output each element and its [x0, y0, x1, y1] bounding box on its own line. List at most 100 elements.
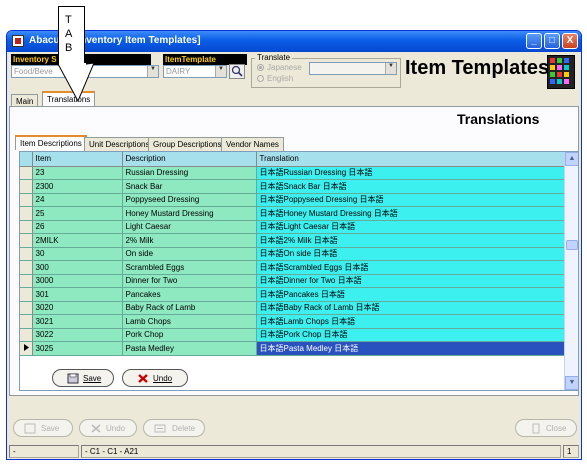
cell-item[interactable]: 23 — [32, 166, 123, 180]
grid-undo-button[interactable]: Undo — [122, 369, 188, 387]
cell-translation[interactable]: 日本語On side 日本語 — [256, 247, 566, 261]
cell-description[interactable]: 2% Milk — [122, 233, 257, 248]
row-selector[interactable] — [20, 233, 33, 248]
cell-translation[interactable]: 日本語Lamb Chops 日本語 — [256, 314, 566, 329]
row-selector[interactable] — [20, 260, 33, 275]
table-row[interactable]: 30 On side 日本語On side 日本語 — [20, 247, 566, 261]
cell-translation[interactable]: 日本語Honey Mustard Dressing 日本語 — [256, 206, 566, 221]
cell-description[interactable]: Light Caesar — [122, 220, 257, 234]
save-button[interactable]: Save — [13, 419, 73, 437]
table-row[interactable]: 3021 Lamb Chops 日本語Lamb Chops 日本語 — [20, 314, 566, 329]
cell-item[interactable]: 300 — [32, 260, 123, 275]
search-button[interactable] — [229, 64, 245, 79]
tab-item-descriptions[interactable]: Item Descriptions — [15, 135, 87, 150]
cell-item[interactable]: 24 — [32, 193, 123, 207]
cell-description[interactable]: Russian Dressing — [122, 166, 257, 180]
cell-translation[interactable]: 日本語Pork Chop 日本語 — [256, 328, 566, 342]
grid-save-button[interactable]: Save — [52, 369, 114, 387]
cell-description[interactable]: On side — [122, 247, 257, 261]
row-selector[interactable] — [20, 328, 33, 342]
minimize-button[interactable]: _ — [526, 33, 542, 49]
table-row[interactable]: 23 Russian Dressing 日本語Russian Dressing 日本… — [20, 166, 566, 180]
row-selector[interactable] — [20, 166, 33, 180]
cell-item[interactable]: 3025 — [32, 341, 123, 356]
scroll-thumb[interactable] — [566, 240, 578, 250]
cell-description[interactable]: Scrambled Eggs — [122, 260, 257, 275]
scroll-up-icon[interactable]: ▲ — [565, 152, 578, 166]
chevron-down-icon[interactable]: ▼ — [215, 66, 226, 77]
cell-description[interactable]: Snack Bar — [122, 179, 257, 194]
table-row[interactable]: 25 Honey Mustard Dressing 日本語Honey Mustard… — [20, 206, 566, 221]
row-selector[interactable] — [20, 274, 33, 288]
cell-item[interactable]: 25 — [32, 206, 123, 221]
table-row[interactable]: 3025 Pasta Medley 日本語Pasta Medley 日本語 — [20, 341, 566, 356]
cell-item[interactable]: 30 — [32, 247, 123, 261]
title-bar[interactable]: Abacus - [Inventory Item Templates] _ □ … — [7, 31, 581, 52]
translations-grid[interactable]: Item Description Translation 23 Russian D… — [19, 151, 579, 391]
cell-item[interactable]: 3020 — [32, 301, 123, 315]
column-header-item[interactable]: Item — [32, 152, 123, 167]
row-selector[interactable] — [20, 287, 33, 302]
row-selector[interactable] — [20, 314, 33, 329]
row-selector[interactable] — [20, 247, 33, 261]
cell-translation[interactable]: 日本語2% Milk 日本語 — [256, 233, 566, 248]
row-selector[interactable] — [20, 220, 33, 234]
radio-japanese[interactable]: Japanese — [257, 63, 302, 72]
cell-item[interactable]: 3000 — [32, 274, 123, 288]
table-row[interactable]: 2300 Snack Bar 日本語Snack Bar 日本語 — [20, 179, 566, 194]
table-row[interactable]: 300 Scrambled Eggs 日本語Scrambled Eggs 日本語 — [20, 260, 566, 275]
delete-button[interactable]: Delete — [143, 419, 205, 437]
table-row[interactable]: 301 Pancakes 日本語Pancakes 日本語 — [20, 287, 566, 302]
row-selector[interactable] — [20, 193, 33, 207]
row-selector[interactable] — [20, 206, 33, 221]
undo-button[interactable]: Undo — [79, 419, 137, 437]
row-selector[interactable] — [20, 179, 33, 194]
cell-item[interactable]: 3022 — [32, 328, 123, 342]
table-row[interactable]: 3022 Pork Chop 日本語Pork Chop 日本語 — [20, 328, 566, 342]
cell-translation[interactable]: 日本語Scrambled Eggs 日本語 — [256, 260, 566, 275]
grid-scrollbar[interactable]: ▲ ▼ — [564, 152, 578, 390]
maximize-button[interactable]: □ — [544, 33, 560, 49]
row-selector[interactable] — [20, 301, 33, 315]
cell-translation[interactable]: 日本語Baby Rack of Lamb 日本語 — [256, 301, 566, 315]
cell-description[interactable]: Honey Mustard Dressing — [122, 206, 257, 221]
cell-translation[interactable]: 日本語Snack Bar 日本語 — [256, 179, 566, 194]
cell-item[interactable]: 3021 — [32, 314, 123, 329]
close-window-button[interactable]: X — [562, 33, 578, 49]
cell-translation[interactable]: 日本語Light Caesar 日本語 — [256, 220, 566, 234]
cell-description[interactable]: Poppyseed Dressing — [122, 193, 257, 207]
row-selector[interactable] — [20, 341, 33, 356]
close-button[interactable]: Close — [515, 419, 577, 437]
table-row[interactable]: 26 Light Caesar 日本語Light Caesar 日本語 — [20, 220, 566, 234]
cell-description[interactable]: Pasta Medley — [122, 341, 257, 356]
cell-description[interactable]: Pancakes — [122, 287, 257, 302]
cell-translation[interactable]: 日本語Poppyseed Dressing 日本語 — [256, 193, 566, 207]
cell-item[interactable]: 2MILK — [32, 233, 123, 248]
cell-translation[interactable]: 日本語Pancakes 日本語 — [256, 287, 566, 302]
chevron-down-icon[interactable]: ▼ — [385, 63, 396, 74]
radio-english[interactable]: English — [257, 74, 293, 83]
table-row[interactable]: 2MILK 2% Milk 日本語2% Milk 日本語 — [20, 233, 566, 248]
cell-item[interactable]: 2300 — [32, 179, 123, 194]
tab-group-descriptions[interactable]: Group Descriptions — [148, 137, 227, 151]
cell-description[interactable]: Pork Chop — [122, 328, 257, 342]
table-row[interactable]: 3020 Baby Rack of Lamb 日本語Baby Rack of Lam… — [20, 301, 566, 315]
cell-item[interactable]: 301 — [32, 287, 123, 302]
translate-select[interactable]: ▼ — [309, 62, 397, 75]
cell-translation[interactable]: 日本語Dinner for Two 日本語 — [256, 274, 566, 288]
table-row[interactable]: 3000 Dinner for Two 日本語Dinner for Two 日本語 — [20, 274, 566, 288]
tab-unit-descriptions[interactable]: Unit Descriptions — [84, 137, 155, 151]
scroll-down-icon[interactable]: ▼ — [565, 376, 578, 390]
cell-description[interactable]: Lamb Chops — [122, 314, 257, 329]
cell-translation[interactable]: 日本語Russian Dressing 日本語 — [256, 166, 566, 180]
column-header-description[interactable]: Description — [122, 152, 257, 167]
cell-description[interactable]: Baby Rack of Lamb — [122, 301, 257, 315]
table-row[interactable]: 24 Poppyseed Dressing 日本語Poppyseed Dressin… — [20, 193, 566, 207]
tab-vendor-names[interactable]: Vendor Names — [221, 137, 284, 151]
itemtemplate-select[interactable]: DAIRY ▼ — [163, 65, 227, 78]
chevron-down-icon[interactable]: ▼ — [147, 66, 158, 77]
cell-translation[interactable]: 日本語Pasta Medley 日本語 — [256, 341, 566, 356]
cell-description[interactable]: Dinner for Two — [122, 274, 257, 288]
column-header-translation[interactable]: Translation — [256, 152, 566, 167]
cell-item[interactable]: 26 — [32, 220, 123, 234]
